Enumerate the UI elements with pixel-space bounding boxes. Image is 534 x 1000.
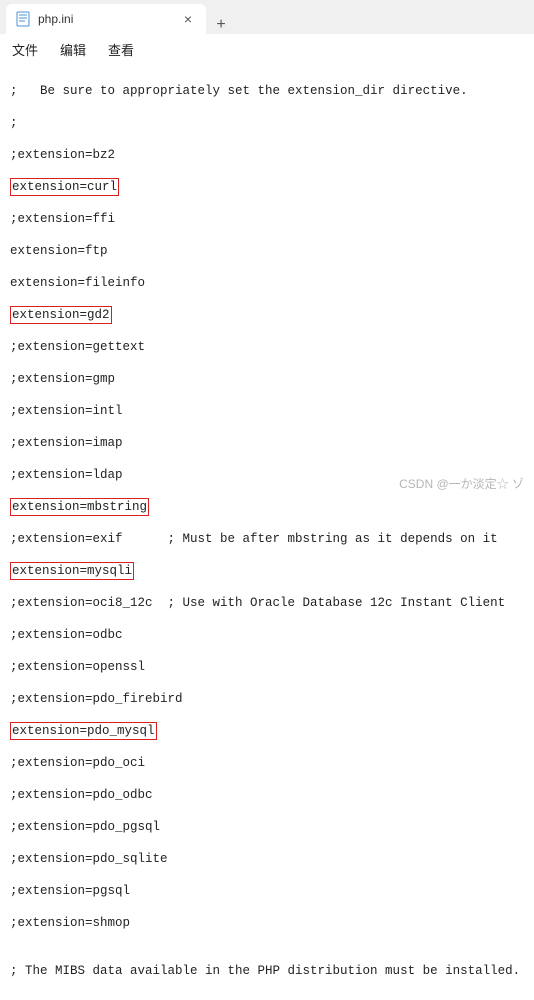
- code-line: ;extension=gettext: [10, 339, 524, 355]
- tab-title: php.ini: [38, 12, 172, 26]
- editor-area[interactable]: ; Be sure to appropriately set the exten…: [0, 63, 534, 1000]
- code-line: ;extension=pdo_sqlite: [10, 851, 524, 867]
- highlight-gd2: extension=gd2: [10, 306, 112, 324]
- highlight-mbstring: extension=mbstring: [10, 498, 149, 516]
- active-tab[interactable]: php.ini ×: [6, 4, 206, 34]
- code-line: ;extension=odbc: [10, 627, 524, 643]
- code-line: extension=fileinfo: [10, 275, 524, 291]
- code-line: ;extension=pdo_odbc: [10, 787, 524, 803]
- code-line: extension=mysqli: [10, 563, 524, 579]
- code-line: ;extension=openssl: [10, 659, 524, 675]
- code-line: ;extension=shmop: [10, 915, 524, 931]
- code-line: extension=gd2: [10, 307, 524, 323]
- file-icon: [16, 11, 30, 27]
- code-line: ;extension=oci8_12c ; Use with Oracle Da…: [10, 595, 524, 611]
- watermark: CSDN @一か淡定☆ ゾ: [399, 475, 524, 492]
- code-line: extension=mbstring: [10, 499, 524, 515]
- code-line: ;extension=imap: [10, 435, 524, 451]
- highlight-mysqli: extension=mysqli: [10, 562, 134, 580]
- highlight-curl: extension=curl: [10, 178, 119, 196]
- menu-view[interactable]: 查看: [108, 40, 134, 59]
- code-line: ; The MIBS data available in the PHP dis…: [10, 963, 524, 979]
- close-icon[interactable]: ×: [180, 11, 196, 27]
- code-line: ;: [10, 115, 524, 131]
- code-line: ;extension=bz2: [10, 147, 524, 163]
- highlight-pdo-mysql: extension=pdo_mysql: [10, 722, 157, 740]
- menubar: 文件 编辑 查看: [0, 34, 534, 63]
- menu-edit[interactable]: 编辑: [60, 40, 86, 59]
- titlebar: php.ini × +: [0, 0, 534, 34]
- code-line: ;extension=gmp: [10, 371, 524, 387]
- code-line: ;extension=ffi: [10, 211, 524, 227]
- code-line: ;extension=exif ; Must be after mbstring…: [10, 531, 524, 547]
- new-tab-button[interactable]: +: [206, 16, 236, 34]
- code-line: extension=curl: [10, 179, 524, 195]
- code-line: ; Be sure to appropriately set the exten…: [10, 83, 524, 99]
- menu-file[interactable]: 文件: [12, 40, 38, 59]
- code-line: ;extension=pdo_oci: [10, 755, 524, 771]
- code-line: extension=pdo_mysql: [10, 723, 524, 739]
- code-line: ;extension=pdo_pgsql: [10, 819, 524, 835]
- code-line: ;extension=pgsql: [10, 883, 524, 899]
- code-line: ;extension=intl: [10, 403, 524, 419]
- code-line: extension=ftp: [10, 243, 524, 259]
- code-line: ;extension=pdo_firebird: [10, 691, 524, 707]
